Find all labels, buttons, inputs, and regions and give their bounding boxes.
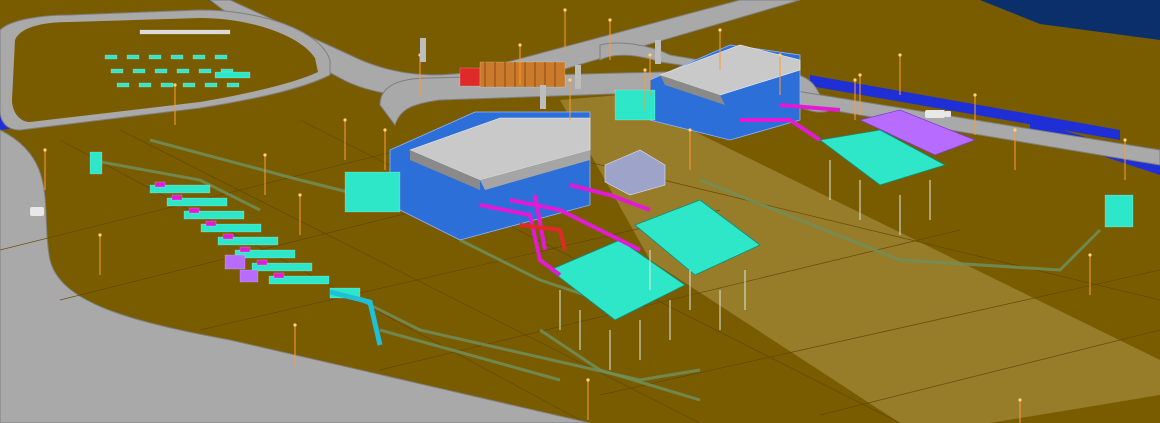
compressor-valve (205, 220, 217, 227)
upper-pad-unit (104, 54, 118, 60)
upper-pad-header (214, 71, 251, 79)
light-pole-head (298, 193, 302, 197)
purple-unit (224, 254, 246, 270)
light-pole-head (1088, 253, 1092, 257)
upper-pad-unit (138, 82, 152, 88)
light-pole-head (98, 233, 102, 237)
light-pole-head (383, 128, 387, 132)
light-pole-head (688, 128, 692, 132)
compressor-valve (171, 194, 183, 201)
upper-pad-unit (198, 68, 212, 74)
light-pole-head (858, 73, 862, 77)
model-viewport[interactable] (0, 0, 1160, 423)
purple-unit (239, 269, 259, 283)
compressor-valve (239, 246, 251, 253)
stack (540, 85, 546, 109)
upper-pad-unit (154, 68, 168, 74)
upper-pad-unit (182, 82, 196, 88)
light-pole-head (568, 78, 572, 82)
light-pole-head (648, 53, 652, 57)
upper-pad-rack (139, 29, 231, 35)
plant-3d-scene[interactable] (0, 0, 1160, 423)
light-pole-head (898, 53, 902, 57)
gas-turbine-enclosure (344, 171, 401, 213)
compressor-valve (222, 233, 234, 240)
light-pole-head (343, 118, 347, 122)
compressor-valve (154, 181, 166, 188)
light-pole-head (173, 83, 177, 87)
vessel (89, 151, 103, 175)
light-pole-head (1123, 138, 1127, 142)
upper-pad-unit (214, 54, 228, 60)
light-pole-head (643, 68, 647, 72)
truck-icon (925, 110, 951, 118)
upper-pad-unit (132, 68, 146, 74)
upper-pad-unit (204, 82, 218, 88)
upper-pad-unit (148, 54, 162, 60)
compressor-valve (256, 259, 268, 266)
upper-pad-unit (126, 54, 140, 60)
stack (420, 38, 426, 62)
light-pole-head (973, 93, 977, 97)
light-pole-head (778, 53, 782, 57)
upper-pad-unit (170, 54, 184, 60)
upper-pad-unit (116, 82, 130, 88)
upper-pad-unit (192, 54, 206, 60)
orange-module (479, 61, 566, 88)
light-pole-head (263, 153, 267, 157)
upper-pad-unit (176, 68, 190, 74)
light-pole-head (608, 18, 612, 22)
light-pole-head (1013, 128, 1017, 132)
turbine-enclosure-2 (614, 89, 656, 121)
stack (655, 40, 661, 64)
light-pole-head (586, 378, 590, 382)
upper-pad-unit (226, 82, 240, 88)
light-pole-head (43, 148, 47, 152)
compressor-valve (188, 207, 200, 214)
stack (575, 65, 581, 89)
light-pole-head (1018, 398, 1022, 402)
light-pole-head (518, 43, 522, 47)
red-module (459, 67, 481, 87)
compressor-valve (273, 272, 285, 279)
light-pole-head (293, 323, 297, 327)
upper-pad-unit (160, 82, 174, 88)
right-enclosure (1104, 194, 1134, 228)
light-pole-head (853, 78, 857, 82)
upper-pad-unit (110, 68, 124, 74)
vehicle-icon (30, 207, 44, 216)
light-pole-head (563, 8, 567, 12)
light-pole-head (718, 28, 722, 32)
